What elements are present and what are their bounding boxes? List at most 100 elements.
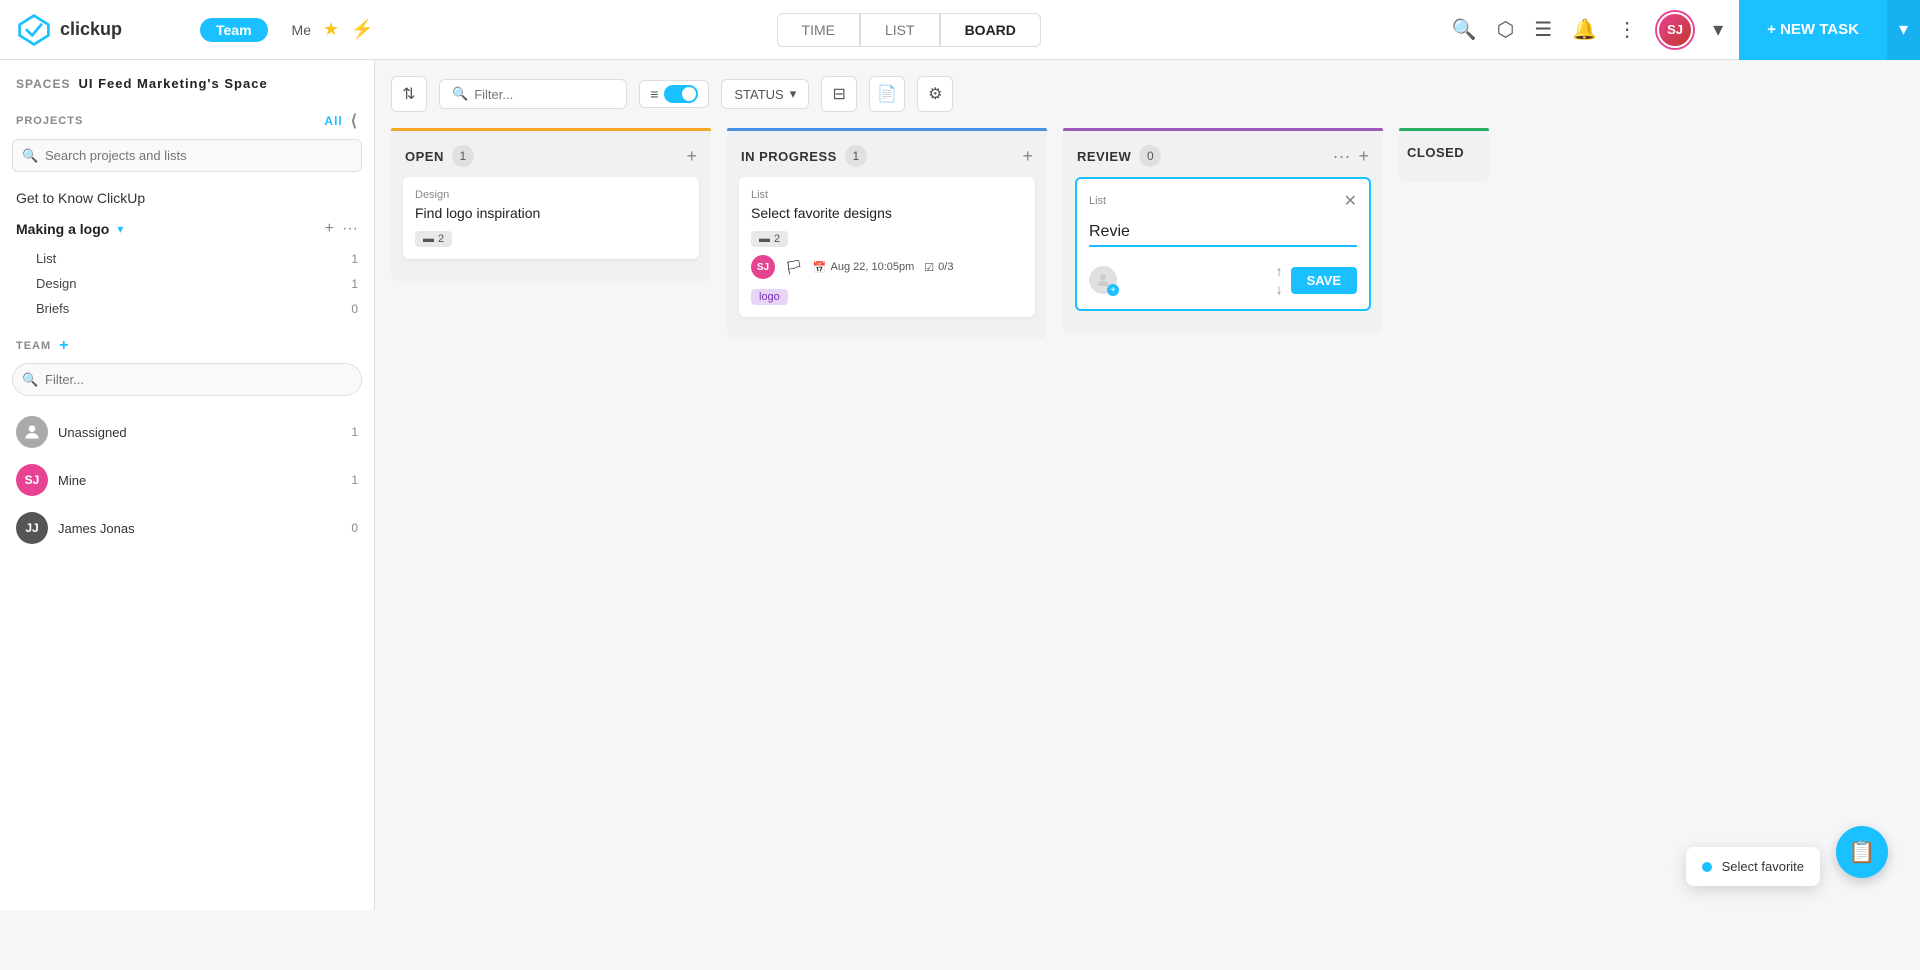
mine-label: Mine bbox=[58, 473, 86, 488]
tab-board[interactable]: BOARD bbox=[940, 13, 1041, 47]
fab-clipboard-button[interactable]: 📋 bbox=[1836, 826, 1888, 878]
user-avatar[interactable]: SJ bbox=[1657, 12, 1693, 48]
tab-list[interactable]: LIST bbox=[860, 13, 940, 47]
team-label: TEAM bbox=[16, 340, 51, 352]
column-review: REVIEW 0 ··· + List ✕ + bbox=[1063, 128, 1383, 333]
sidebar-item-get-to-know[interactable]: Get to Know ClickUp bbox=[0, 184, 374, 212]
logo-area: clickup bbox=[0, 12, 200, 48]
form-assignee-placeholder: + bbox=[1089, 266, 1117, 294]
project-more-icon[interactable]: ··· bbox=[342, 220, 358, 238]
checklist-icon: ☑ bbox=[924, 261, 934, 274]
in-progress-column-header: IN PROGRESS 1 + bbox=[727, 131, 1047, 177]
task-card-find-logo[interactable]: Design Find logo inspiration ▬ 2 bbox=[403, 177, 699, 259]
closed-column-header: CLOSED bbox=[1399, 131, 1489, 170]
closed-column-title: CLOSED bbox=[1407, 145, 1464, 160]
filter-icon-button[interactable]: ⊟ bbox=[821, 76, 857, 112]
team-member-mine[interactable]: SJ Mine 1 bbox=[0, 456, 374, 504]
project-chevron-icon: ▾ bbox=[117, 222, 123, 236]
mine-count: 1 bbox=[351, 473, 358, 487]
search-projects-icon: 🔍 bbox=[22, 148, 38, 164]
save-list-button[interactable]: SAVE bbox=[1291, 267, 1357, 294]
main-board: ⇅ 🔍 ≡ STATUS ▾ ⊟ 📄 ⚙ OPEN 1 + bbox=[375, 60, 1920, 910]
unassigned-count: 1 bbox=[351, 425, 358, 439]
avatar-dropdown-icon[interactable]: ▾ bbox=[1713, 17, 1723, 42]
search-projects-input[interactable] bbox=[12, 139, 362, 172]
calendar-icon: 📅 bbox=[813, 261, 827, 274]
project-add-icon[interactable]: + bbox=[325, 220, 334, 238]
board-toolbar: ⇅ 🔍 ≡ STATUS ▾ ⊟ 📄 ⚙ bbox=[391, 76, 1904, 112]
popup-text: Select favorite bbox=[1722, 859, 1804, 874]
team-header: TEAM + bbox=[0, 321, 374, 363]
doc-icon-button[interactable]: 📄 bbox=[869, 76, 905, 112]
toggle-wrap: ≡ bbox=[639, 80, 709, 108]
clickup-logo-icon bbox=[16, 12, 52, 48]
filter-team-input[interactable] bbox=[12, 363, 362, 396]
sidebar-sub-briefs[interactable]: Briefs 0 bbox=[0, 296, 374, 321]
board-toggle[interactable] bbox=[664, 85, 698, 103]
filter-search-icon: 🔍 bbox=[452, 86, 468, 102]
layout-icon[interactable]: ☰ bbox=[1534, 17, 1552, 42]
toggle-list-icon: ≡ bbox=[650, 86, 658, 102]
column-closed: CLOSED bbox=[1399, 128, 1489, 182]
review-more-icon[interactable]: ··· bbox=[1333, 146, 1351, 167]
in-progress-column-add-button[interactable]: + bbox=[1022, 146, 1033, 167]
spaces-header: SPACES UI Feed Marketing's Space bbox=[0, 60, 374, 99]
status-label: STATUS bbox=[734, 87, 783, 102]
open-column-header: OPEN 1 + bbox=[391, 131, 711, 177]
task-title-select-designs: Select favorite designs bbox=[751, 205, 1023, 221]
board-columns: OPEN 1 + Design Find logo inspiration ▬ … bbox=[391, 128, 1904, 339]
new-task-button[interactable]: + NEW TASK bbox=[1739, 0, 1887, 60]
me-label[interactable]: Me bbox=[292, 22, 311, 38]
search-projects-wrap: 🔍 bbox=[12, 139, 362, 172]
team-member-james[interactable]: JJ James Jonas 0 bbox=[0, 504, 374, 552]
cube-icon[interactable]: ⬡ bbox=[1497, 17, 1514, 42]
space-name[interactable]: UI Feed Marketing's Space bbox=[78, 76, 267, 91]
form-close-button[interactable]: ✕ bbox=[1344, 191, 1357, 211]
bolt-icon: ⚡ bbox=[351, 19, 373, 40]
sidebar-sub-list[interactable]: List 1 bbox=[0, 246, 374, 271]
all-projects-link[interactable]: All bbox=[324, 114, 342, 128]
team-add-icon[interactable]: + bbox=[59, 337, 69, 355]
team-badge[interactable]: Team bbox=[200, 18, 268, 42]
arrow-down-button[interactable]: ↓ bbox=[1276, 281, 1283, 297]
mine-avatar: SJ bbox=[16, 464, 48, 496]
task-list-label-2: List bbox=[751, 189, 1023, 201]
task-card-select-designs[interactable]: List Select favorite designs ▬ 2 SJ 🏳 📅 … bbox=[739, 177, 1035, 317]
nav-right: 🔍 ⬡ ☰ 🔔 ⋮ SJ ▾ bbox=[1436, 12, 1739, 48]
sort-button[interactable]: ⇅ bbox=[391, 76, 427, 112]
form-arrows: ↑ ↓ bbox=[1276, 263, 1283, 297]
settings-icon-button[interactable]: ⚙ bbox=[917, 76, 953, 112]
column-in-progress: IN PROGRESS 1 + List Select favorite des… bbox=[727, 128, 1047, 339]
form-header: List ✕ bbox=[1089, 191, 1357, 211]
popup-dot bbox=[1702, 862, 1712, 872]
priority-icon: ▬ bbox=[423, 233, 434, 245]
collapse-sidebar-button[interactable]: ⟨ bbox=[351, 111, 358, 131]
team-member-unassigned[interactable]: Unassigned 1 bbox=[0, 408, 374, 456]
review-column-add-button[interactable]: + bbox=[1358, 146, 1369, 167]
filter-board-input[interactable] bbox=[474, 87, 614, 102]
task-title-find-logo: Find logo inspiration bbox=[415, 205, 687, 221]
search-icon[interactable]: 🔍 bbox=[1452, 17, 1477, 42]
new-task-dropdown-button[interactable]: ▾ bbox=[1887, 0, 1920, 60]
james-count: 0 bbox=[351, 521, 358, 535]
bell-icon[interactable]: 🔔 bbox=[1572, 17, 1597, 42]
priority-icon-2: ▬ bbox=[759, 233, 770, 245]
spaces-label: SPACES bbox=[16, 77, 70, 91]
tab-time[interactable]: TIME bbox=[777, 13, 860, 47]
open-column-add-button[interactable]: + bbox=[686, 146, 697, 167]
status-dropdown[interactable]: STATUS ▾ bbox=[721, 79, 809, 109]
sidebar-project-making-logo[interactable]: Making a logo ▾ + ··· bbox=[0, 212, 374, 246]
sidebar-sub-design[interactable]: Design 1 bbox=[0, 271, 374, 296]
dots-menu-icon[interactable]: ⋮ bbox=[1617, 17, 1637, 42]
bottom-popup: Select favorite bbox=[1686, 847, 1820, 886]
james-label: James Jonas bbox=[58, 521, 135, 536]
logo-text: clickup bbox=[60, 19, 122, 40]
new-list-form: List ✕ + ↑ ↓ SAVE bbox=[1075, 177, 1371, 311]
arrow-up-button[interactable]: ↑ bbox=[1276, 263, 1283, 279]
unassigned-avatar bbox=[16, 416, 48, 448]
review-column-header: REVIEW 0 ··· + bbox=[1063, 131, 1383, 177]
status-chevron-icon: ▾ bbox=[790, 86, 797, 102]
new-list-name-input[interactable] bbox=[1089, 219, 1357, 247]
filter-team-wrap: 🔍 bbox=[12, 363, 362, 396]
task-assignee-avatar: SJ bbox=[751, 255, 775, 279]
